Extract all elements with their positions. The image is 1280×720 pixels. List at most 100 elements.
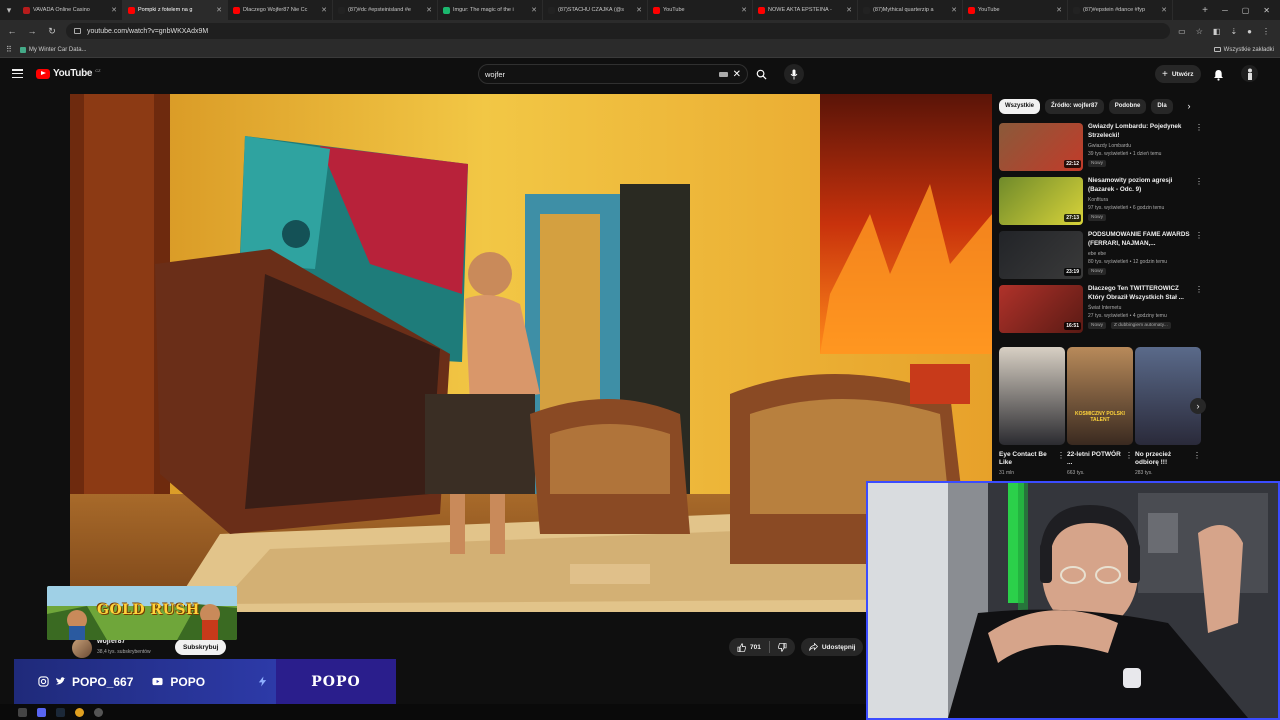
video-channel[interactable]: Konfitura [1088, 197, 1108, 203]
chrome-icon[interactable] [75, 707, 84, 717]
tab-close-icon[interactable]: ✕ [426, 6, 432, 14]
minimize-icon[interactable]: ─ [1222, 6, 1228, 15]
video-channel[interactable]: ebe ebe [1088, 251, 1106, 257]
filter-chip[interactable]: Dla [1151, 98, 1173, 114]
site-info-icon[interactable] [74, 28, 81, 34]
tab-close-icon[interactable]: ✕ [531, 6, 537, 14]
account-avatar[interactable] [1241, 65, 1258, 82]
chips-next-icon[interactable]: › [1183, 100, 1195, 112]
search-input[interactable]: wojfer ✕ [478, 64, 748, 84]
dislike-button[interactable] [770, 642, 795, 652]
search-button[interactable] [751, 65, 771, 83]
video-channel[interactable]: Gwiazdy Lombardu [1088, 143, 1131, 149]
cast-icon[interactable]: ▭ [1178, 27, 1186, 36]
forward-icon[interactable]: → [26, 26, 38, 36]
recommended-video[interactable]: 22:12 Gwiazdy Lombardu: Pojedynek Strzele… [999, 123, 1204, 173]
create-button[interactable]: + Utwórz [1155, 65, 1201, 83]
menu-icon[interactable]: ⋮ [1262, 27, 1270, 36]
short-title[interactable]: No przecież odbiorę !!! [1135, 451, 1191, 467]
shorts-next-icon[interactable]: › [1190, 398, 1206, 414]
browser-tab[interactable]: (87)STACHU CZAJKA (@s ✕ [543, 0, 648, 20]
hamburger-menu-icon[interactable] [12, 69, 23, 78]
video-channel[interactable]: Świat Internetu [1088, 305, 1121, 311]
more-options-icon[interactable]: ⋮ [1125, 451, 1133, 460]
video-thumbnail[interactable]: 22:12 [999, 123, 1083, 171]
video-thumbnail[interactable]: 27:13 [999, 177, 1083, 225]
tab-close-icon[interactable]: ✕ [216, 6, 222, 14]
back-icon[interactable]: ← [6, 26, 18, 36]
steam-icon[interactable] [56, 707, 65, 717]
bookmark-item[interactable]: My Winter Car Data... [19, 46, 87, 53]
tab-close-icon[interactable]: ✕ [1161, 6, 1167, 14]
notifications-button[interactable] [1213, 68, 1224, 86]
more-options-icon[interactable]: ⋮ [1193, 451, 1201, 460]
tab-close-icon[interactable]: ✕ [1056, 6, 1062, 14]
channel-avatar[interactable] [72, 638, 92, 658]
obs-icon[interactable] [94, 707, 103, 717]
video-title[interactable]: Gwiazdy Lombardu: Pojedynek Strzelecki! [1088, 123, 1192, 140]
like-button[interactable]: 701 [729, 642, 769, 652]
short-title[interactable]: 22-letni POTWÓR ... [1067, 451, 1123, 467]
subscribe-button[interactable]: Subskrybuj [175, 639, 227, 655]
short-title[interactable]: Eye Contact Be Like [999, 451, 1055, 467]
tab-close-icon[interactable]: ✕ [111, 6, 117, 14]
youtube-logo[interactable]: YouTube CZ [36, 68, 101, 79]
short-item[interactable]: Eye Contact Be Like 31 mln ⋮ [999, 347, 1065, 476]
browser-tab[interactable]: NOWE AKTA EPSTEINA - ✕ [753, 0, 858, 20]
tab-close-icon[interactable]: ✕ [741, 6, 747, 14]
reload-icon[interactable]: ↻ [46, 26, 58, 37]
browser-tab[interactable]: YouTube ✕ [648, 0, 753, 20]
tab-close-icon[interactable]: ✕ [951, 6, 957, 14]
keyboard-icon[interactable] [718, 71, 728, 77]
short-item[interactable]: KOSMICZNY POLSKI TALENT 22-letni POTWÓR .… [1067, 347, 1133, 476]
tab-close-icon[interactable]: ✕ [846, 6, 852, 14]
video-title[interactable]: Niesamowity poziom agresji (Bazarek - Od… [1088, 177, 1192, 194]
video-player[interactable] [70, 94, 992, 612]
short-item[interactable]: No przecież odbiorę !!! 283 tys. ⋮ [1135, 347, 1201, 476]
browser-tab[interactable]: Imgur: The magic of the i ✕ [438, 0, 543, 20]
browser-tab[interactable]: Dlaczego Wojfer87 Nie Cc ✕ [228, 0, 333, 20]
browser-tab[interactable]: Pompki z fotelem na g ✕ [123, 0, 228, 20]
new-tab-button[interactable]: + [1198, 5, 1212, 16]
filter-chip[interactable]: Podobne [1108, 98, 1147, 114]
discord-icon[interactable] [37, 707, 46, 717]
short-thumbnail[interactable] [1135, 347, 1201, 445]
recommended-video[interactable]: 27:13 Niesamowity poziom agresji (Bazarek… [999, 177, 1204, 227]
more-options-icon[interactable]: ⋮ [1195, 177, 1203, 186]
taskbar-app-icon[interactable] [18, 707, 27, 717]
more-options-icon[interactable]: ⋮ [1195, 123, 1203, 132]
address-bar[interactable]: youtube.com/watch?v=gnbWKXAdx9M [66, 23, 1171, 39]
share-button[interactable]: Udostępnij [800, 638, 864, 656]
clear-search-icon[interactable]: ✕ [733, 69, 741, 80]
profile-icon[interactable]: ● [1247, 27, 1252, 36]
recommended-video[interactable]: 23:19 PODSUMOWANIE FAME AWARDS (FERRARI, … [999, 231, 1204, 281]
recommended-video[interactable]: 16:51 Dlaczego Ten TWITTEROWICZ Który Obr… [999, 285, 1204, 335]
browser-tab[interactable]: YouTube ✕ [963, 0, 1068, 20]
filter-chip[interactable]: Źródło: wojfer87 [1045, 98, 1104, 114]
tab-search-icon[interactable]: ▾ [0, 0, 18, 20]
maximize-icon[interactable]: ▢ [1242, 6, 1250, 15]
all-bookmarks[interactable]: Wszystkie zakładki [1213, 47, 1274, 53]
close-window-icon[interactable]: ✕ [1263, 6, 1270, 15]
video-title[interactable]: Dlaczego Ten TWITTEROWICZ Który Obraził … [1088, 285, 1192, 302]
tab-close-icon[interactable]: ✕ [636, 6, 642, 14]
filter-chip[interactable]: Wszystkie [999, 98, 1041, 114]
star-icon[interactable]: ☆ [1196, 27, 1203, 36]
extensions-icon[interactable]: ◧ [1213, 27, 1221, 36]
more-options-icon[interactable]: ⋮ [1057, 451, 1065, 460]
video-thumbnail[interactable]: 23:19 [999, 231, 1083, 279]
short-thumbnail[interactable]: KOSMICZNY POLSKI TALENT [1067, 347, 1133, 445]
voice-search-button[interactable] [784, 64, 804, 84]
tab-close-icon[interactable]: ✕ [321, 6, 327, 14]
short-thumbnail[interactable] [999, 347, 1065, 445]
more-options-icon[interactable]: ⋮ [1195, 285, 1203, 294]
more-options-icon[interactable]: ⋮ [1195, 231, 1203, 240]
downloads-icon[interactable]: ⇣ [1230, 27, 1237, 36]
video-title[interactable]: PODSUMOWANIE FAME AWARDS (FERRARI, NAJMA… [1088, 231, 1192, 248]
apps-icon[interactable]: ⠿ [6, 45, 12, 54]
browser-tab[interactable]: (87)#epstein #dance #fyp ✕ [1068, 0, 1173, 20]
browser-tab[interactable]: (87)Mythical quarterzip a ✕ [858, 0, 963, 20]
video-thumbnail[interactable]: 16:51 [999, 285, 1083, 333]
browser-tab[interactable]: (87)#dc #epsteinisland #e ✕ [333, 0, 438, 20]
browser-tab[interactable]: VAVADA Online Casino ✕ [18, 0, 123, 20]
